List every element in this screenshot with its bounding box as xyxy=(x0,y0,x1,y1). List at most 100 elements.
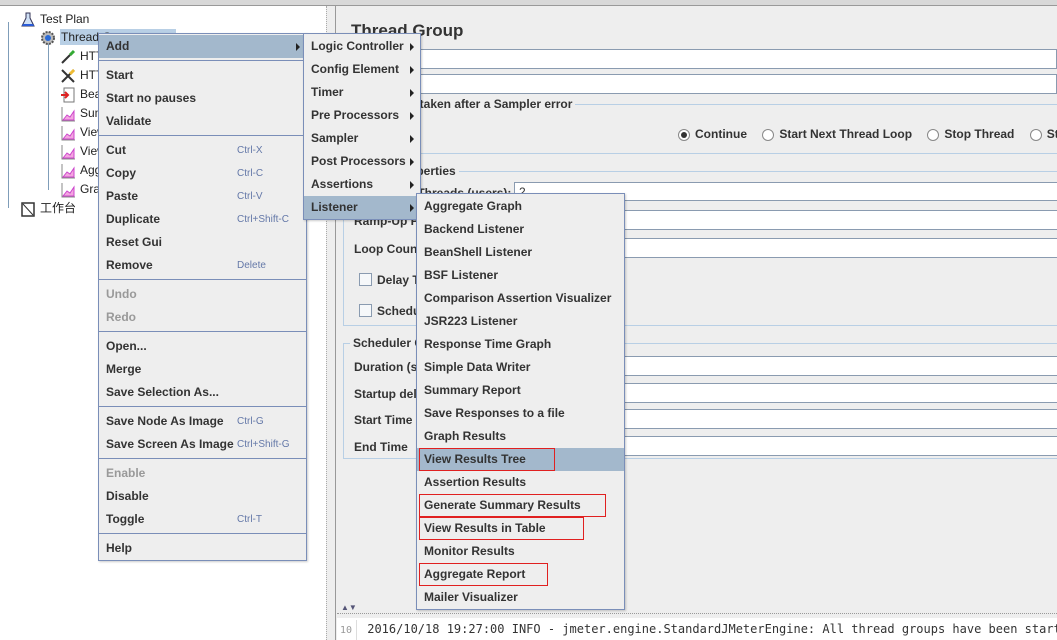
radio-stop-test[interactable]: Stop Test xyxy=(1029,127,1057,141)
menu-item-copy[interactable]: Copy Ctrl-C xyxy=(99,162,306,185)
listener-item-assertion-results[interactable]: Assertion Results xyxy=(417,471,624,494)
submenu-item-logic-controller[interactable]: Logic Controller xyxy=(304,35,420,58)
menu-item-remove[interactable]: Remove Delete xyxy=(99,254,306,277)
menu-item-enable: Enable xyxy=(99,462,306,485)
menu-item-save-node-as-image[interactable]: Save Node As Image Ctrl-G xyxy=(99,410,306,433)
menu-item-start[interactable]: Start xyxy=(99,64,306,87)
listener-item-comparison-assertion-visualizer[interactable]: Comparison Assertion Visualizer xyxy=(417,287,624,310)
menu-item-label: Save Screen As Image xyxy=(106,437,234,451)
name-field[interactable]: Thread Group xyxy=(337,49,1057,69)
listener-item-summary-report[interactable]: Summary Report xyxy=(417,379,624,402)
scheduler-checkbox[interactable] xyxy=(359,304,372,317)
submenu-item-post-processors[interactable]: Post Processors xyxy=(304,150,420,173)
menu-item-toggle[interactable]: Toggle Ctrl-T xyxy=(99,508,306,531)
menu-item-label: Logic Controller xyxy=(311,39,404,53)
menu-item-label: Sampler xyxy=(311,131,359,145)
submenu-arrow-icon xyxy=(410,66,414,74)
menu-item-merge[interactable]: Merge xyxy=(99,358,306,381)
menu-item-label: Save Selection As... xyxy=(106,385,219,399)
menu-item-label: JSR223 Listener xyxy=(424,314,518,328)
radio-start-next-loop[interactable]: Start Next Thread Loop xyxy=(762,127,912,141)
collapse-arrows-icon[interactable]: ▲▼ xyxy=(341,603,357,612)
menu-item-open[interactable]: Open... xyxy=(99,335,306,358)
menu-item-start-no-pauses[interactable]: Start no pauses xyxy=(99,87,306,110)
shortcut-label: Delete xyxy=(237,260,266,271)
listener-item-aggregate-graph[interactable]: Aggregate Graph xyxy=(417,195,624,218)
tools-icon xyxy=(60,68,76,84)
menu-item-validate[interactable]: Validate xyxy=(99,110,306,133)
listener-item-mailer-visualizer[interactable]: Mailer Visualizer xyxy=(417,586,624,609)
context-menu: Add Start Start no pauses Validate Cut Ctrl-X… xyxy=(98,33,307,561)
menu-item-cut[interactable]: Cut Ctrl-X xyxy=(99,139,306,162)
submenu-arrow-icon xyxy=(410,112,414,120)
menu-item-label: Remove xyxy=(106,258,153,272)
submenu-arrow-icon xyxy=(410,135,414,143)
listener-item-view-results-tree[interactable]: View Results Tree xyxy=(417,448,624,471)
sampler-error-group: Action to be taken after a Sampler error… xyxy=(337,97,1057,154)
add-submenu: Logic Controller Config Element Timer Pre P… xyxy=(303,33,421,220)
graph-icon xyxy=(60,182,76,198)
menu-item-label: Assertion Results xyxy=(424,475,527,489)
menu-item-save-selection-as[interactable]: Save Selection As... xyxy=(99,381,306,404)
submenu-item-config-element[interactable]: Config Element xyxy=(304,58,420,81)
submenu-item-assertions[interactable]: Assertions xyxy=(304,173,420,196)
delay-thread-checkbox[interactable] xyxy=(359,273,372,286)
listener-item-monitor-results[interactable]: Monitor Results xyxy=(417,540,624,563)
listener-item-backend-listener[interactable]: Backend Listener xyxy=(417,218,624,241)
radio-continue[interactable]: Continue xyxy=(678,127,747,141)
menu-item-label: Copy xyxy=(106,166,136,180)
tree-line xyxy=(8,22,9,208)
listener-item-simple-data-writer[interactable]: Simple Data Writer xyxy=(417,356,624,379)
menu-item-help[interactable]: Help xyxy=(99,537,306,560)
menu-item-label: Validate xyxy=(106,114,152,128)
menu-item-label: View Results Tree xyxy=(424,452,526,466)
graph-icon xyxy=(60,144,76,160)
submenu-arrow-icon xyxy=(410,43,414,51)
listener-item-graph-results[interactable]: Graph Results xyxy=(417,425,624,448)
menu-item-save-screen-as-image[interactable]: Save Screen As Image Ctrl+Shift-G xyxy=(99,433,306,456)
menu-item-label: Assertions xyxy=(311,177,374,191)
menu-item-disable[interactable]: Disable xyxy=(99,485,306,508)
menu-item-reset-gui[interactable]: Reset Gui xyxy=(99,231,306,254)
menu-item-label: Graph Results xyxy=(424,429,507,443)
listener-item-view-results-in-table[interactable]: View Results in Table xyxy=(417,517,624,540)
menu-item-add[interactable]: Add xyxy=(99,35,306,58)
menu-item-label: Reset Gui xyxy=(106,235,163,249)
menu-item-label: Add xyxy=(106,39,130,53)
menu-item-label: Comparison Assertion Visualizer xyxy=(424,291,612,305)
graph-icon xyxy=(60,163,76,179)
tree-node-test-plan[interactable]: Test Plan xyxy=(20,10,89,28)
log-panel: ▲▼ 10 2016/10/18 19:27:00 INFO - jmeter.… xyxy=(337,603,1057,640)
shortcut-label: Ctrl+Shift-G xyxy=(237,439,290,450)
listener-item-bsf-listener[interactable]: BSF Listener xyxy=(417,264,624,287)
menu-item-label: Aggregate Report xyxy=(424,567,526,581)
listener-item-aggregate-report[interactable]: Aggregate Report xyxy=(417,563,624,586)
menu-item-redo: Redo xyxy=(99,306,306,329)
tree-node-workbench[interactable]: 工作台 xyxy=(20,199,76,217)
radio-icon xyxy=(1029,128,1042,141)
listener-item-response-time-graph[interactable]: Response Time Graph xyxy=(417,333,624,356)
menu-item-label: Monitor Results xyxy=(424,544,515,558)
listener-item-generate-summary-results[interactable]: Generate Summary Results xyxy=(417,494,624,517)
radio-icon xyxy=(927,128,940,141)
menu-item-label: Toggle xyxy=(106,512,145,526)
submenu-item-pre-processors[interactable]: Pre Processors xyxy=(304,104,420,127)
menu-item-label: Response Time Graph xyxy=(424,337,552,351)
menu-item-label: Merge xyxy=(106,362,142,376)
listener-item-jsr223-listener[interactable]: JSR223 Listener xyxy=(417,310,624,333)
end-time-label: End Time xyxy=(354,440,408,454)
radio-stop-thread[interactable]: Stop Thread xyxy=(927,127,1014,141)
graph-icon xyxy=(60,106,76,122)
submenu-item-sampler[interactable]: Sampler xyxy=(304,127,420,150)
menu-item-label: Save Responses to a file xyxy=(424,406,565,420)
submenu-item-timer[interactable]: Timer xyxy=(304,81,420,104)
listener-item-save-responses-to-a-file[interactable]: Save Responses to a file xyxy=(417,402,624,425)
menu-item-label: Simple Data Writer xyxy=(424,360,531,374)
menu-item-paste[interactable]: Paste Ctrl-V xyxy=(99,185,306,208)
comments-field[interactable] xyxy=(337,74,1057,94)
submenu-item-listener[interactable]: Listener xyxy=(304,196,420,219)
listener-item-beanshell-listener[interactable]: BeanShell Listener xyxy=(417,241,624,264)
menu-item-label: Aggregate Graph xyxy=(424,199,523,213)
menu-item-duplicate[interactable]: Duplicate Ctrl+Shift-C xyxy=(99,208,306,231)
menu-item-label: Start no pauses xyxy=(106,91,197,105)
